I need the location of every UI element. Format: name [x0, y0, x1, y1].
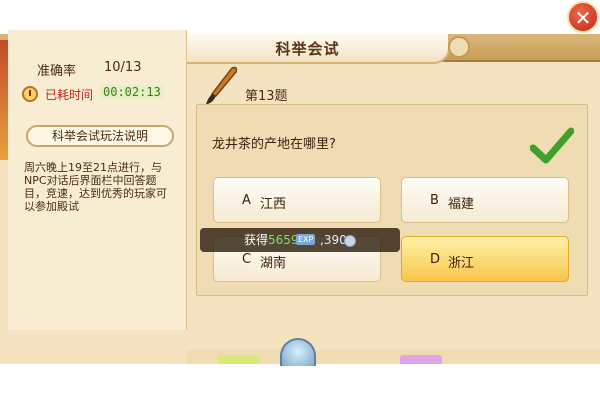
- option-d-button[interactable]: D 浙江: [401, 236, 569, 282]
- bottom-left-button[interactable]: [218, 355, 260, 364]
- title-scroll-right: [448, 36, 470, 58]
- option-letter: C: [242, 252, 252, 267]
- option-text: 浙江: [448, 256, 475, 271]
- title-plaque: 科举会试: [165, 34, 450, 64]
- window-title: 科举会试: [275, 40, 340, 58]
- accuracy-label: 准确率: [37, 64, 77, 79]
- silver-coin-icon: [344, 235, 356, 247]
- reward-exp-value: 5659: [268, 233, 299, 247]
- option-a-button[interactable]: A 江西: [213, 177, 381, 223]
- correct-check-icon: [530, 127, 574, 164]
- close-button[interactable]: ✕: [567, 1, 599, 33]
- exp-badge-icon: EXP: [296, 234, 316, 245]
- option-letter: B: [430, 193, 439, 208]
- elapsed-time-label: 已耗时间: [45, 88, 94, 102]
- bottom-right-button[interactable]: [400, 355, 442, 364]
- rules-header: 科举会试玩法说明: [26, 125, 174, 147]
- question-text: 龙井茶的产地在哪里?: [212, 137, 336, 152]
- option-text: 江西: [260, 197, 287, 212]
- clock-icon: [22, 86, 38, 102]
- reward-banner: 获得 5659 EXP ,390: [200, 228, 400, 252]
- elapsed-time-value: 00:02:13: [100, 85, 164, 99]
- option-letter: A: [242, 193, 251, 208]
- reward-silver-value: ,390: [320, 233, 347, 247]
- avatar-icon[interactable]: [280, 338, 316, 366]
- brush-icon: [206, 66, 238, 104]
- option-text: 湖南: [260, 256, 287, 271]
- rules-text: 周六晚上19至21点进行，与NPC对话后界面栏中回答题目，竞速，达到优秀的玩家可…: [24, 161, 167, 213]
- question-number: 第13题: [245, 89, 288, 104]
- reward-label: 获得: [244, 233, 269, 247]
- accuracy-value: 10/13: [104, 60, 142, 75]
- option-text: 福建: [448, 197, 475, 212]
- left-edge-decoration: [0, 40, 8, 160]
- option-letter: D: [430, 252, 441, 267]
- option-b-button[interactable]: B 福建: [401, 177, 569, 223]
